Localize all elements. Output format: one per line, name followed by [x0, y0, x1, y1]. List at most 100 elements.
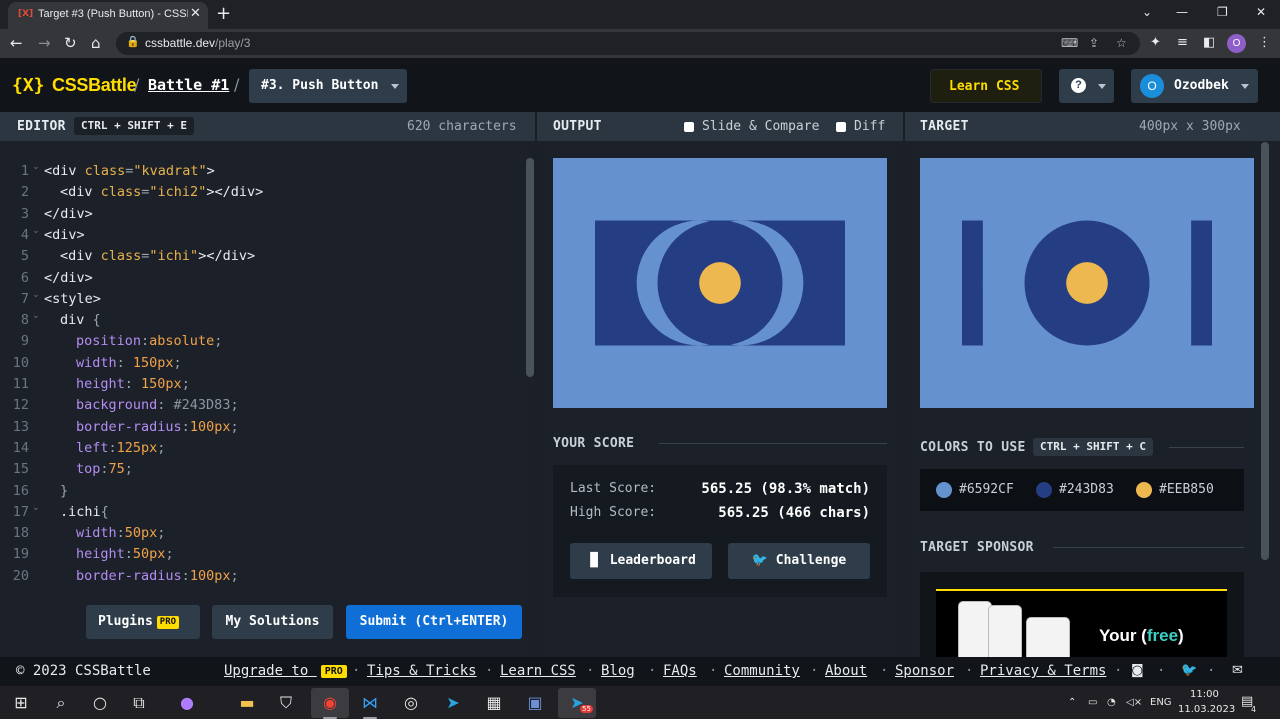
browser-tab[interactable]: [X] Target #3 (Push Button) - CSSBat ✕ — [8, 2, 208, 29]
slide-compare-checkbox[interactable] — [684, 122, 694, 132]
fold-chevron-icon[interactable]: ⌄ — [32, 226, 40, 236]
store-icon[interactable]: ⛉ — [275, 692, 297, 714]
lock-icon[interactable]: 🔒 — [126, 35, 140, 48]
code-line[interactable]: 10 width: 150px; — [0, 353, 520, 374]
logo-text[interactable]: CSSBattle — [52, 75, 137, 96]
search-icon[interactable]: ⌕ — [50, 692, 72, 714]
assistant-icon[interactable]: ● — [176, 692, 198, 714]
upgrade-link[interactable]: Upgrade to PRO — [224, 663, 347, 679]
challenge-button[interactable]: 🐦 Challenge — [728, 543, 870, 579]
battle-link[interactable]: Battle #1 — [148, 76, 229, 94]
floppy-icon[interactable]: ▣ — [524, 692, 546, 714]
fold-chevron-icon[interactable]: ⌄ — [32, 290, 40, 300]
forward-icon[interactable]: → — [38, 34, 51, 52]
code-line[interactable]: 7 ⌄ <style> — [0, 289, 520, 310]
learn-css-button[interactable]: Learn CSS — [930, 69, 1042, 103]
tips-link[interactable]: Tips & Tricks — [367, 663, 477, 679]
plugins-button[interactable]: Plugins PRO — [86, 605, 200, 639]
reload-icon[interactable]: ↻ — [64, 34, 77, 52]
tray-chevron-icon[interactable]: ⌃ — [1068, 697, 1076, 708]
color-label[interactable]: #EEB850 — [1159, 482, 1214, 497]
code-line[interactable]: 14 left:125px; — [0, 438, 520, 459]
about-link[interactable]: About — [825, 663, 867, 679]
fold-chevron-icon[interactable]: ⌄ — [32, 311, 40, 321]
code-editor[interactable]: 1 ⌄ <div class="kvadrat"> 2 <div class="ichi… — [0, 161, 522, 591]
code-line[interactable]: 1 ⌄ <div class="kvadrat"> — [0, 161, 520, 182]
media-icon[interactable]: ≡ — [1177, 35, 1188, 50]
back-icon[interactable]: ← — [10, 34, 23, 52]
file-explorer-icon[interactable]: ▬ — [236, 692, 258, 714]
code-line[interactable]: 4 ⌄ <div> — [0, 225, 520, 246]
user-menu-button[interactable]: O Ozodbek — [1131, 69, 1258, 103]
color-swatch[interactable] — [1036, 482, 1052, 498]
telegram-icon[interactable]: ➤ — [442, 692, 464, 714]
color-swatch[interactable] — [1136, 482, 1152, 498]
window-close-icon[interactable]: ✕ — [1256, 5, 1266, 19]
color-label[interactable]: #243D83 — [1059, 482, 1114, 497]
minimize-icon[interactable]: — — [1176, 5, 1188, 19]
home-icon[interactable]: ⌂ — [91, 34, 101, 52]
color-label[interactable]: #6592CF — [959, 482, 1014, 497]
cortana-icon[interactable]: ○ — [89, 692, 111, 714]
code-line[interactable]: 3 </div> — [0, 204, 520, 225]
fold-chevron-icon[interactable]: ⌄ — [32, 503, 40, 513]
translate-icon[interactable]: ⌨ — [1061, 36, 1078, 50]
code-line[interactable]: 2 <div class="ichi2"></div> — [0, 182, 520, 203]
code-line[interactable]: 17 ⌄ .ichi{ — [0, 502, 520, 523]
color-swatch[interactable] — [936, 482, 952, 498]
tab-close-icon[interactable]: ✕ — [190, 6, 201, 21]
new-tab-icon[interactable]: + — [216, 3, 231, 24]
vscode-icon[interactable]: ⋈ — [359, 692, 381, 714]
code-line[interactable]: 12 background: #243D83; — [0, 395, 520, 416]
battery-icon[interactable]: ▭ — [1088, 697, 1097, 708]
address-bar[interactable]: 🔒 cssbattle.dev/play/3 ⌨ ⇪ ☆ — [116, 32, 1140, 55]
chrome-icon[interactable]: ◉ — [319, 692, 341, 714]
fold-chevron-icon[interactable]: ⌄ — [32, 162, 40, 172]
code-line[interactable]: 9 position:absolute; — [0, 331, 520, 352]
wifi-icon[interactable]: ◔ — [1107, 697, 1116, 708]
blog-link[interactable]: Blog — [601, 663, 635, 679]
code-line[interactable]: 19 height:50px; — [0, 544, 520, 565]
diff-checkbox[interactable] — [836, 122, 846, 132]
code-line[interactable]: 6 </div> — [0, 268, 520, 289]
editor-scrollbar[interactable] — [526, 158, 534, 377]
calculator-icon[interactable]: ▦ — [483, 692, 505, 714]
target-canvas[interactable] — [920, 158, 1254, 408]
tab-search-icon[interactable]: ⌄ — [1142, 5, 1152, 19]
extensions-icon[interactable]: ✦ — [1150, 35, 1161, 50]
profile-avatar[interactable]: O — [1227, 34, 1246, 53]
obs-icon[interactable]: ◎ — [400, 692, 422, 714]
code-line[interactable]: 20 border-radius:100px; — [0, 566, 520, 587]
clock-date[interactable]: 11.03.2023 — [1178, 704, 1235, 715]
twitter-icon[interactable]: 🐦 — [1181, 663, 1197, 678]
code-line[interactable]: 11 height: 150px; — [0, 374, 520, 395]
code-line[interactable]: 16} — [0, 481, 520, 502]
sponsor-link[interactable]: Sponsor — [895, 663, 954, 679]
bookmark-star-icon[interactable]: ☆ — [1116, 36, 1127, 50]
code-line[interactable]: 5 <div class="ichi"></div> — [0, 246, 520, 267]
mail-icon[interactable]: ✉ — [1232, 663, 1243, 678]
submit-button[interactable]: Submit (Ctrl+ENTER) — [346, 605, 522, 639]
diff-label[interactable]: Diff — [854, 119, 885, 134]
code-line[interactable]: 13 border-radius:100px; — [0, 417, 520, 438]
leaderboard-button[interactable]: ▐▌ Leaderboard — [570, 543, 712, 579]
maximize-icon[interactable]: ❐ — [1217, 5, 1228, 19]
logo-icon[interactable]: {X} — [12, 75, 45, 96]
share-icon[interactable]: ⇪ — [1089, 36, 1099, 50]
learn-css-link[interactable]: Learn CSS — [500, 663, 576, 679]
task-view-icon[interactable]: ⧉ — [128, 692, 150, 714]
browser-menu-icon[interactable]: ⋮ — [1258, 35, 1271, 50]
windows-start-icon[interactable]: ⊞ — [10, 692, 32, 714]
code-line[interactable]: 8 ⌄ div { — [0, 310, 520, 331]
discord-icon[interactable]: ◙ — [1131, 663, 1144, 678]
code-line[interactable]: 18 width:50px; — [0, 523, 520, 544]
output-canvas[interactable] — [553, 158, 887, 408]
clock-time[interactable]: 11:00 — [1190, 689, 1219, 700]
target-select[interactable]: #3. Push Button — [249, 69, 407, 103]
language-indicator[interactable]: ENG — [1150, 697, 1172, 708]
help-button[interactable]: ? — [1059, 69, 1114, 103]
side-panel-icon[interactable]: ◧ — [1203, 35, 1215, 50]
volume-icon[interactable]: ◁× — [1126, 697, 1142, 708]
slide-compare-label[interactable]: Slide & Compare — [702, 119, 819, 134]
code-line[interactable]: 15 top:75; — [0, 459, 520, 480]
